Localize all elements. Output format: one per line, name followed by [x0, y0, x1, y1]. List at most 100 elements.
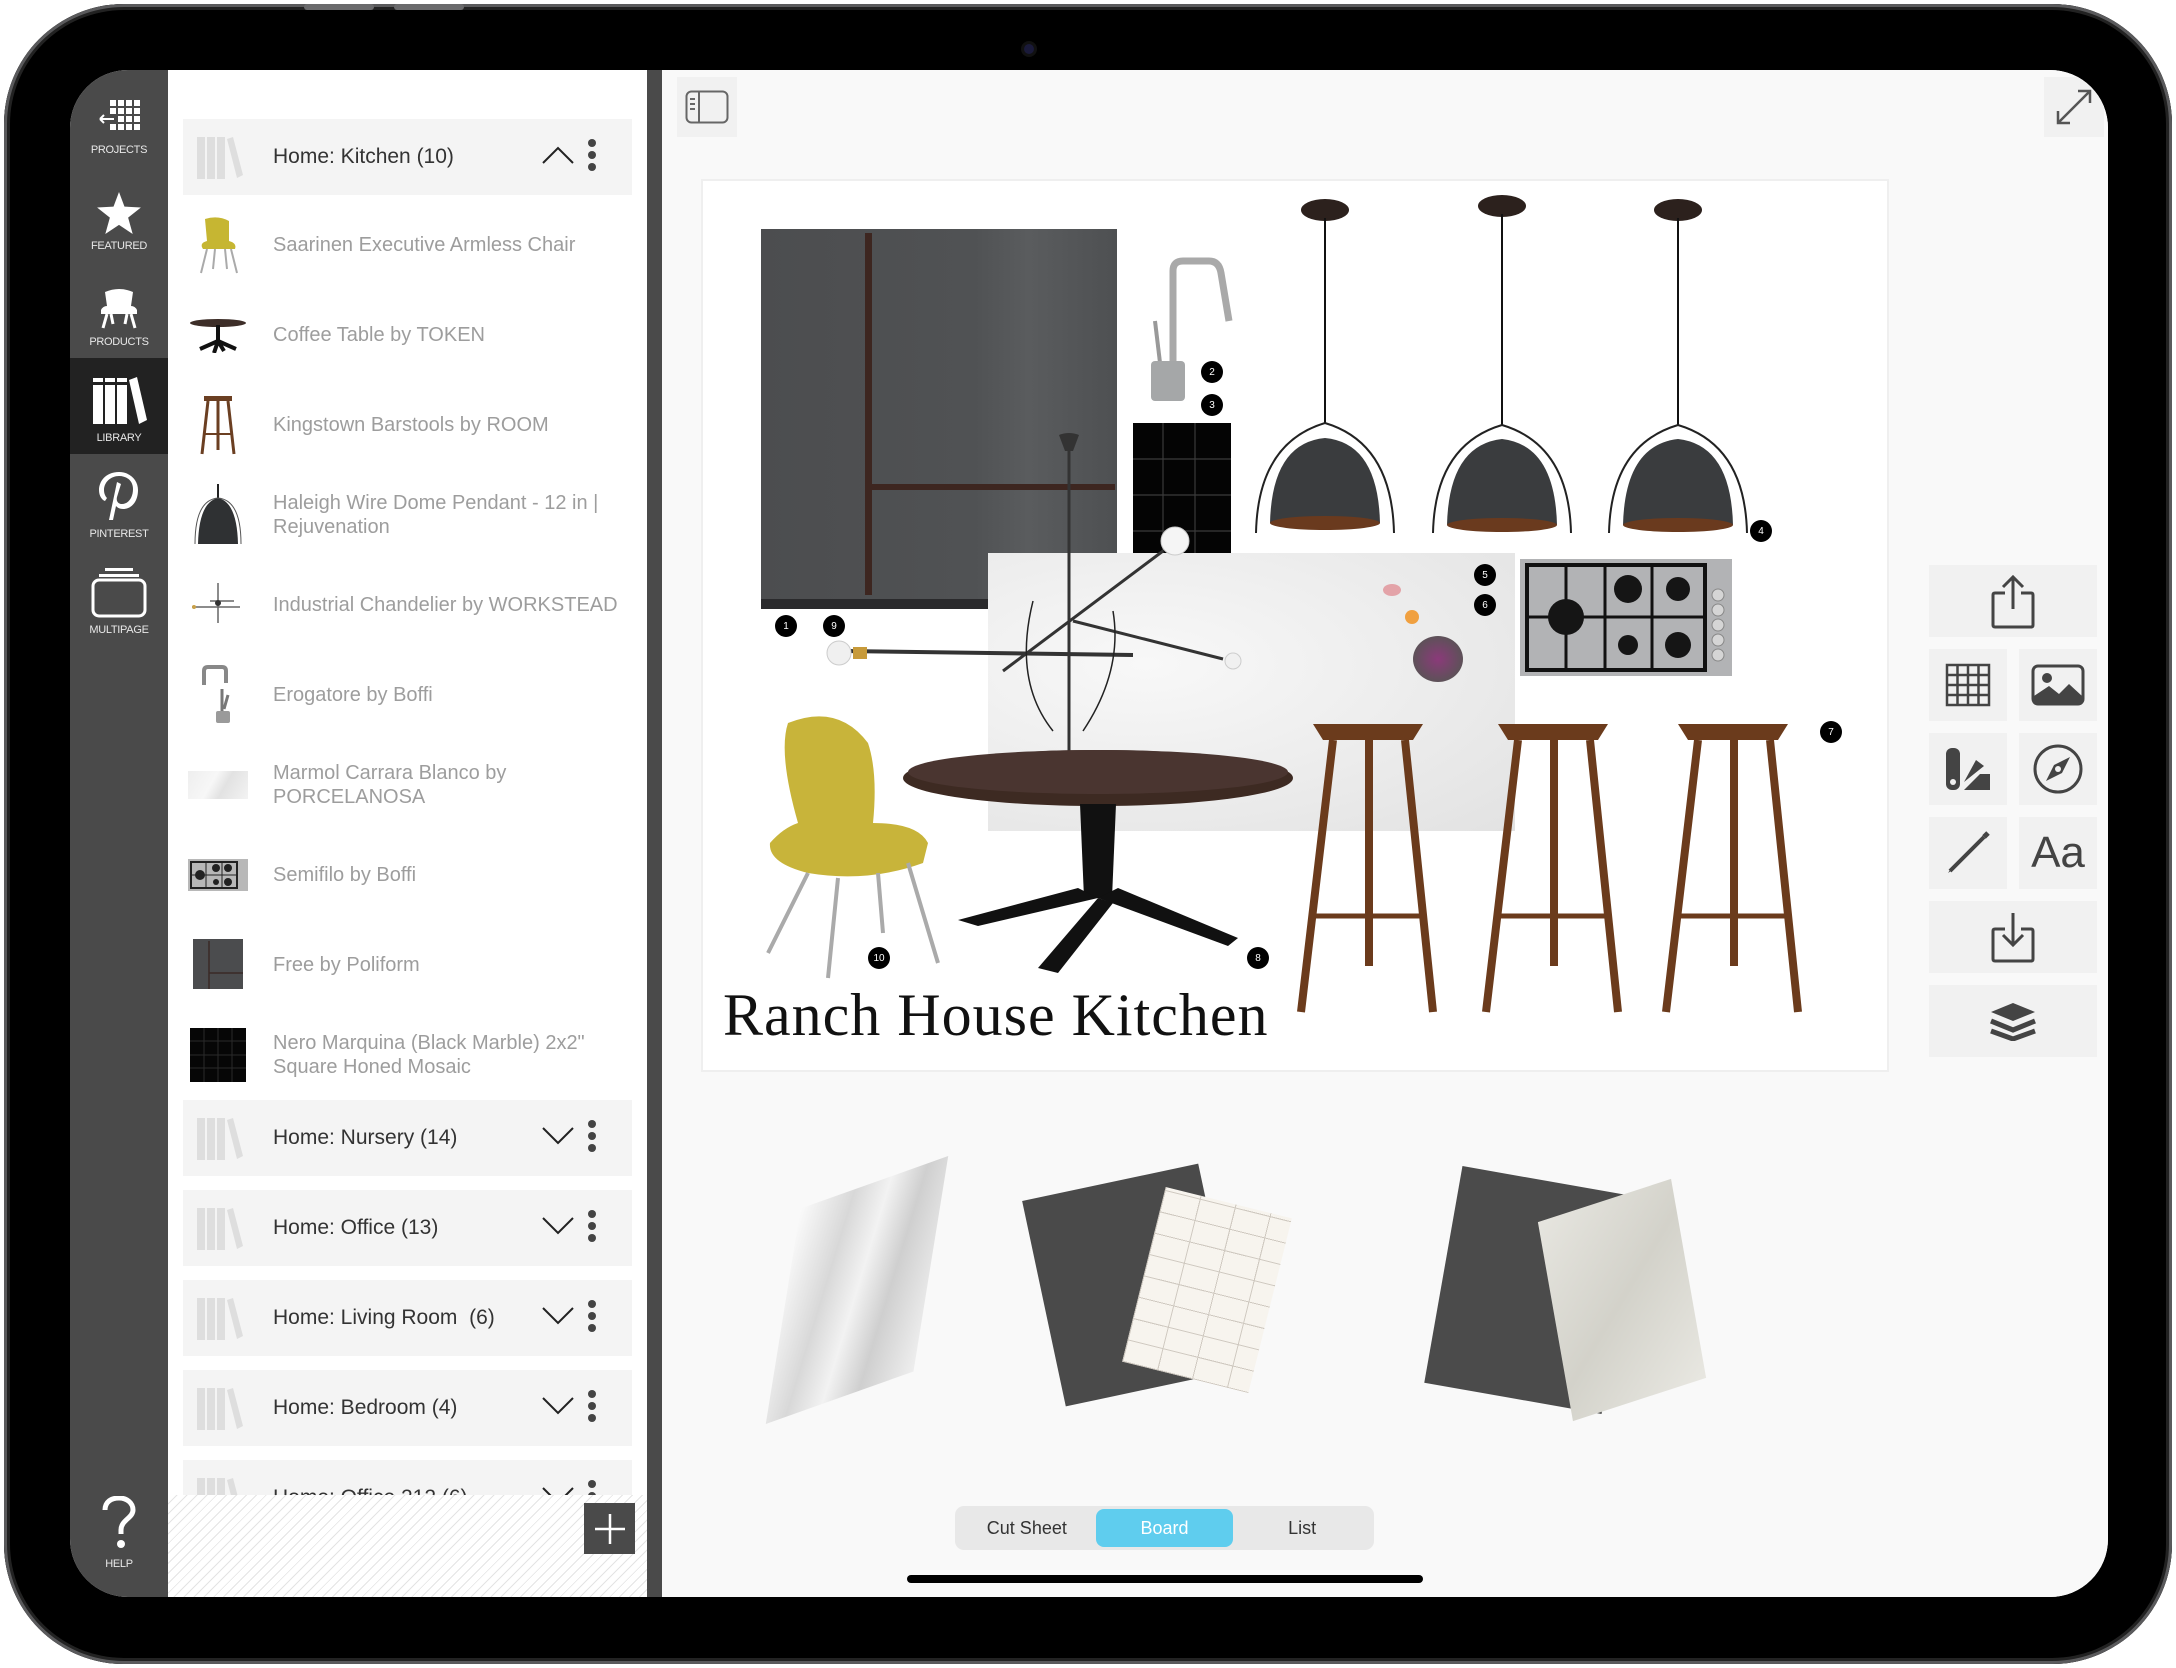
grid-button[interactable] — [1929, 649, 2007, 721]
product-item[interactable]: Marmol Carrara Blanco by PORCELANOSA — [183, 740, 632, 830]
question-icon — [102, 1496, 136, 1548]
board-title[interactable]: Ranch House Kitchen — [723, 981, 1269, 1050]
collection-header-living-room[interactable]: Home: Living Room (6) — [183, 1280, 632, 1356]
collection-title: Home: Office (13) — [273, 1216, 439, 1239]
product-item[interactable]: Kingstown Barstools by ROOM — [183, 380, 632, 470]
tab-cut-sheet[interactable]: Cut Sheet — [958, 1509, 1096, 1547]
item-marker[interactable]: 1 — [775, 615, 797, 637]
item-marker[interactable]: 6 — [1474, 594, 1496, 616]
table-thumbnail — [185, 302, 251, 368]
item-marker[interactable]: 2 — [1201, 361, 1223, 383]
share-button[interactable] — [1929, 565, 2097, 637]
text-button[interactable]: Aa — [2019, 817, 2097, 889]
collection-header-bedroom[interactable]: Home: Bedroom (4) — [183, 1370, 632, 1446]
nav-help[interactable]: HELP — [70, 1480, 168, 1580]
nav-label: FEATURED — [90, 240, 148, 252]
product-name: Coffee Table by TOKEN — [273, 324, 485, 346]
books-icon — [197, 1208, 243, 1250]
import-button[interactable] — [1929, 901, 2097, 973]
item-marker[interactable]: 8 — [1247, 947, 1269, 969]
item-marker[interactable]: 3 — [1201, 394, 1223, 416]
nav-label: PINTEREST — [89, 528, 149, 540]
nav-label: PROJECTS — [90, 144, 148, 156]
view-switcher: Cut Sheet Board List — [955, 1506, 1374, 1550]
nav-featured[interactable]: FEATURED — [70, 166, 168, 262]
image-button[interactable] — [2019, 649, 2097, 721]
fullscreen-button[interactable] — [2044, 77, 2104, 137]
chevron-down-icon[interactable] — [541, 1306, 575, 1326]
tab-list[interactable]: List — [1233, 1509, 1371, 1547]
product-item[interactable]: Haleigh Wire Dome Pendant - 12 in | Reju… — [183, 470, 632, 560]
tab-board[interactable]: Board — [1095, 1509, 1234, 1547]
product-item[interactable]: Erogatore by Boffi — [183, 650, 632, 740]
nav-label: PRODUCTS — [89, 336, 149, 348]
faucet-thumbnail — [185, 662, 251, 728]
chevron-down-icon[interactable] — [541, 1126, 575, 1146]
chevron-up-icon[interactable] — [541, 145, 575, 165]
sidebar-icon — [685, 90, 729, 124]
mosaic-thumbnail — [185, 1022, 251, 1088]
share-icon — [1991, 574, 2035, 629]
pinterest-icon — [99, 472, 138, 520]
item-marker[interactable]: 4 — [1750, 520, 1772, 542]
product-item[interactable]: Coffee Table by TOKEN — [183, 290, 632, 380]
product-item[interactable]: Saarinen Executive Armless Chair — [183, 200, 632, 290]
library-panel: Home: Kitchen (10) Saarinen Executive Ar… — [168, 70, 647, 1597]
barstool-image[interactable] — [1478, 716, 1638, 1016]
chevron-down-icon[interactable] — [541, 1216, 575, 1236]
draw-button[interactable] — [1929, 817, 2007, 889]
barstool-image[interactable] — [1658, 716, 1818, 1016]
board-canvas: 1 2 3 4 5 6 7 8 9 10 Ranch House Kitchen — [662, 70, 2108, 1597]
collection-title: Home: Kitchen (10) — [273, 145, 454, 168]
multipage-icon — [91, 568, 147, 618]
nav-products[interactable]: PRODUCTS — [70, 262, 168, 358]
pendant-lamp-image[interactable] — [1591, 193, 1771, 538]
toggle-sidebar-button[interactable] — [677, 77, 737, 137]
pendant-lamp-image[interactable] — [1238, 193, 1418, 538]
barstool-image[interactable] — [1293, 716, 1453, 1016]
text-icon: Aa — [2031, 828, 2085, 877]
product-item[interactable]: Free by Poliform — [183, 920, 632, 1010]
nav-multipage[interactable]: MULTIPAGE — [70, 550, 168, 646]
nav-library[interactable]: LIBRARY — [70, 358, 168, 454]
item-marker[interactable]: 10 — [868, 947, 890, 969]
faucet-image[interactable] — [1143, 251, 1253, 401]
books-icon — [197, 1388, 243, 1430]
chandelier-image[interactable] — [823, 431, 1243, 761]
more-options-icon[interactable] — [585, 139, 599, 175]
moodboard[interactable]: 1 2 3 4 5 6 7 8 9 10 Ranch House Kitchen — [703, 181, 1887, 1070]
product-item[interactable]: Industrial Chandelier by WORKSTEAD — [183, 560, 632, 650]
marble-thumbnail — [185, 752, 251, 818]
marble-swatch[interactable] — [765, 1156, 949, 1424]
layers-button[interactable] — [1929, 985, 2097, 1057]
product-item[interactable]: Nero Marquina (Black Marble) 2x2" Square… — [183, 1010, 632, 1100]
pendant-thumbnail — [185, 482, 251, 548]
add-collection-button[interactable] — [584, 1503, 635, 1554]
item-marker[interactable]: 9 — [823, 615, 845, 637]
product-item[interactable]: Semifilo by Boffi — [183, 830, 632, 920]
collection-header-office[interactable]: Home: Office (13) — [183, 1190, 632, 1266]
nav-rail: PROJECTS FEATURED PRODUCTS LIBRARY PINTE… — [70, 70, 168, 1597]
panel-divider[interactable] — [647, 70, 662, 1597]
pendant-lamp-image[interactable] — [1415, 189, 1595, 539]
item-marker[interactable]: 5 — [1474, 564, 1496, 586]
table-image[interactable] — [898, 748, 1298, 978]
home-indicator[interactable] — [907, 1575, 1423, 1583]
collection-header-kitchen[interactable]: Home: Kitchen (10) — [183, 119, 632, 195]
compass-button[interactable] — [2019, 733, 2097, 805]
layers-icon — [1990, 1003, 2036, 1041]
nav-projects[interactable]: PROJECTS — [70, 70, 168, 166]
cooktop-image[interactable] — [1520, 559, 1732, 676]
item-marker[interactable]: 7 — [1820, 721, 1842, 743]
more-options-icon[interactable] — [585, 1300, 599, 1336]
swatches-button[interactable] — [1929, 733, 2007, 805]
more-options-icon[interactable] — [585, 1120, 599, 1156]
nav-pinterest[interactable]: PINTEREST — [70, 454, 168, 550]
more-options-icon[interactable] — [585, 1390, 599, 1426]
cooktop-thumbnail — [185, 842, 251, 908]
chair-icon — [101, 289, 137, 329]
hardware-button — [304, 4, 374, 10]
collection-header-nursery[interactable]: Home: Nursery (14) — [183, 1100, 632, 1176]
chevron-down-icon[interactable] — [541, 1396, 575, 1416]
more-options-icon[interactable] — [585, 1210, 599, 1246]
